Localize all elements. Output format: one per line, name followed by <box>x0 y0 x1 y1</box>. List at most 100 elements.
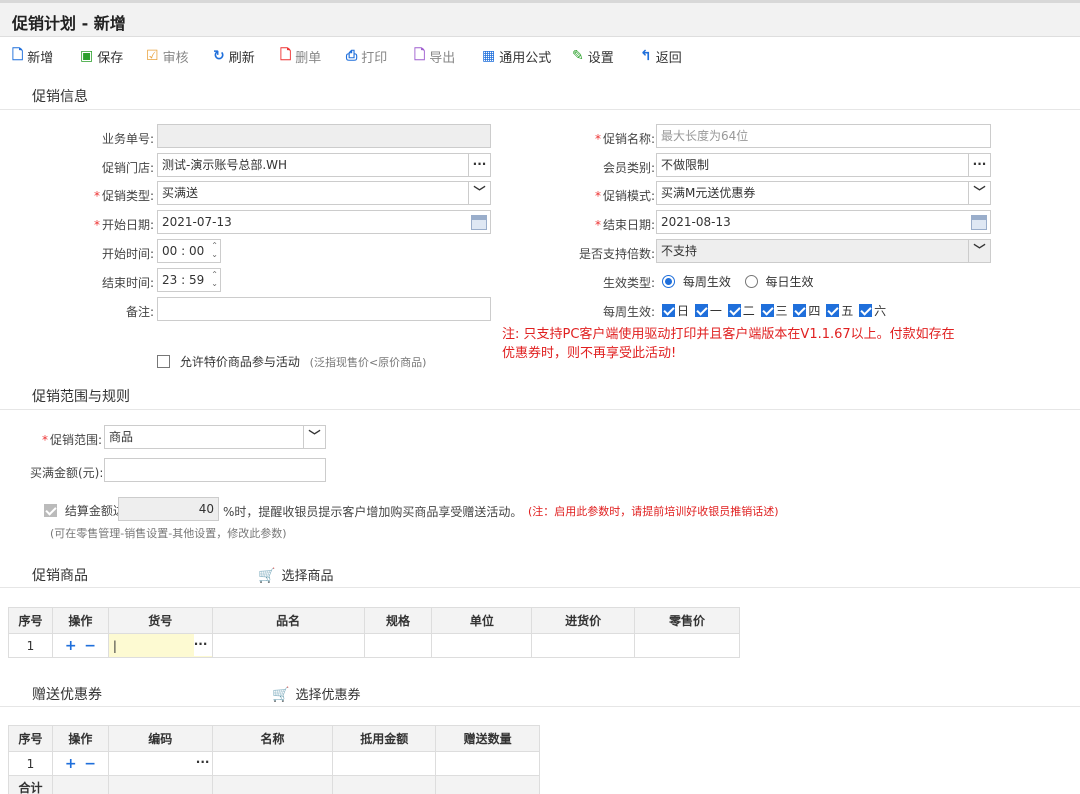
divider <box>0 587 1080 588</box>
back-button[interactable]: ↰ 返回 <box>640 47 682 66</box>
member-field[interactable]: 不做限制 ··· <box>656 153 991 177</box>
more-button[interactable]: ··· <box>193 634 212 656</box>
name-label: * 促销名称: <box>594 132 655 146</box>
code-cell[interactable]: ··· <box>107 751 213 776</box>
effect-daily-radio[interactable] <box>744 275 758 288</box>
time-spinner-icon[interactable]: ⌃ ⌄ <box>211 241 218 259</box>
name-input[interactable]: 最大长度为64位 <box>656 124 991 148</box>
calendar-icon[interactable] <box>468 211 490 233</box>
start-date-label-text: 开始日期: <box>101 218 154 232</box>
select-coupons-button[interactable]: 🛒 选择优惠券 <box>272 684 360 703</box>
delete-label: 删单 <box>295 50 322 66</box>
type-label-text: 促销类型: <box>101 189 154 203</box>
table-cell <box>211 751 334 776</box>
scope-select[interactable]: 商品 ﹀ <box>104 425 326 449</box>
time-spinner-icon[interactable]: ⌃ ⌄ <box>211 270 218 288</box>
type-select[interactable]: 买满送 ﹀ <box>157 181 491 205</box>
remove-row-icon[interactable]: − <box>84 756 96 772</box>
weekday-label: 日 <box>677 304 690 318</box>
audit-label: 审核 <box>162 50 189 66</box>
title-bar: 促销计划 - 新增 <box>0 0 1080 37</box>
delete-doc-icon: 🗋 <box>280 47 292 63</box>
table-cell <box>363 633 433 658</box>
weekday-checkbox[interactable] <box>793 304 807 317</box>
settle-percent-value: 40 <box>198 502 214 516</box>
delete-button[interactable]: 🗋 删单 <box>280 47 322 66</box>
audit-button[interactable]: ☑ 审核 <box>146 47 189 66</box>
chevron-down-icon[interactable]: ﹀ <box>468 182 490 204</box>
store-field[interactable]: 测试-演示账号总部.WH ··· <box>157 153 491 177</box>
select-products-button[interactable]: 🛒 选择商品 <box>258 565 333 584</box>
more-button[interactable]: ··· <box>968 154 990 176</box>
more-button[interactable]: ··· <box>194 752 212 774</box>
weekday-checkbox[interactable] <box>694 304 708 317</box>
allow-special-label: 允许特价商品参与活动 <box>179 355 300 369</box>
cart-icon: 🛒 <box>272 687 290 703</box>
chevron-down-icon[interactable]: ﹀ <box>968 182 990 204</box>
name-placeholder: 最大长度为64位 <box>661 129 749 143</box>
allow-special-checkbox[interactable] <box>157 355 170 368</box>
settle-checkbox[interactable] <box>44 504 57 517</box>
multiple-label: 是否支持倍数: <box>578 247 655 261</box>
end-time-field[interactable]: 23 : 59 ⌃ ⌄ <box>157 268 221 292</box>
effect-daily-label: 每日生效 <box>765 275 814 289</box>
chevron-down-icon[interactable]: ﹀ <box>303 426 325 448</box>
table-header-row: 序号 操作 编码 名称 抵用金额 赠送数量 <box>8 725 540 752</box>
remark-input[interactable] <box>157 297 491 321</box>
column-header: 零售价 <box>634 607 740 634</box>
settings-label: 设置 <box>587 50 614 66</box>
weekday-checkbox[interactable] <box>760 304 774 317</box>
store-value: 测试-演示账号总部.WH <box>162 158 288 172</box>
table-cell <box>107 775 213 794</box>
save-button[interactable]: ▣ 保存 <box>80 47 123 66</box>
end-date-label-text: 结束日期: <box>602 218 655 232</box>
weekday-checkboxes: 日 一 二 三 四 五 六 <box>662 302 888 319</box>
end-time-label: 结束时间: <box>101 276 154 290</box>
effect-weekly-radio[interactable] <box>662 275 675 288</box>
column-header: 进货价 <box>531 607 636 634</box>
add-row-icon[interactable]: + <box>65 756 77 772</box>
start-time-label: 开始时间: <box>101 247 154 261</box>
sku-cell[interactable]: | ··· <box>107 633 213 658</box>
settle-percent-input[interactable]: 40 <box>118 497 219 521</box>
column-header: 规格 <box>363 607 433 634</box>
back-arrow-icon: ↰ <box>640 48 652 64</box>
weekday-checkbox[interactable] <box>727 304 741 317</box>
mode-select[interactable]: 买满M元送优惠券 ﹀ <box>656 181 991 205</box>
start-date-field[interactable]: 2021-07-13 <box>157 210 491 234</box>
column-header: 名称 <box>211 725 334 752</box>
formula-button[interactable]: ▦ 通用公式 <box>482 47 551 66</box>
refresh-button[interactable]: ↻ 刷新 <box>213 47 255 66</box>
row-actions: + − <box>51 633 109 658</box>
amount-input[interactable] <box>104 458 326 482</box>
weekday-checkbox[interactable] <box>859 304 873 317</box>
start-date-label: * 开始日期: <box>93 218 154 232</box>
effect-type-radios: 每周生效 每日生效 <box>662 273 814 290</box>
calendar-icon[interactable] <box>968 211 990 233</box>
settle-hint: (可在零售管理-销售设置-其他设置，修改此参数) <box>50 527 287 540</box>
section-heading-info: 促销信息 <box>32 89 88 105</box>
type-label: * 促销类型: <box>93 189 154 203</box>
export-button[interactable]: 🗋 导出 <box>414 47 455 66</box>
column-header: 操作 <box>51 725 109 752</box>
table-cell <box>332 775 437 794</box>
more-button[interactable]: ··· <box>468 154 490 176</box>
multiple-select[interactable]: 不支持 ﹀ <box>656 239 991 263</box>
new-button[interactable]: 🗋 新增 <box>12 47 53 66</box>
column-header: 品名 <box>211 607 365 634</box>
weekday-checkbox[interactable] <box>826 304 840 317</box>
chevron-down-icon[interactable]: ﹀ <box>968 240 990 262</box>
end-date-field[interactable]: 2021-08-13 <box>656 210 991 234</box>
table-cell <box>435 751 540 776</box>
multiple-value: 不支持 <box>661 244 698 258</box>
products-table: 序号 操作 货号 品名 规格 单位 进货价 零售价 1 + − | ··· <box>8 607 740 658</box>
column-header: 赠送数量 <box>435 725 540 752</box>
weekday-checkbox[interactable] <box>662 304 675 317</box>
start-time-field[interactable]: 00 : 00 ⌃ ⌄ <box>157 239 221 263</box>
print-button[interactable]: ⎙ 打印 <box>346 47 387 66</box>
row-number: 1 <box>8 751 53 776</box>
remove-row-icon[interactable]: − <box>84 638 96 654</box>
settings-button[interactable]: ✎ 设置 <box>572 47 614 66</box>
add-row-icon[interactable]: + <box>65 638 77 654</box>
name-label-text: 促销名称: <box>602 132 655 146</box>
